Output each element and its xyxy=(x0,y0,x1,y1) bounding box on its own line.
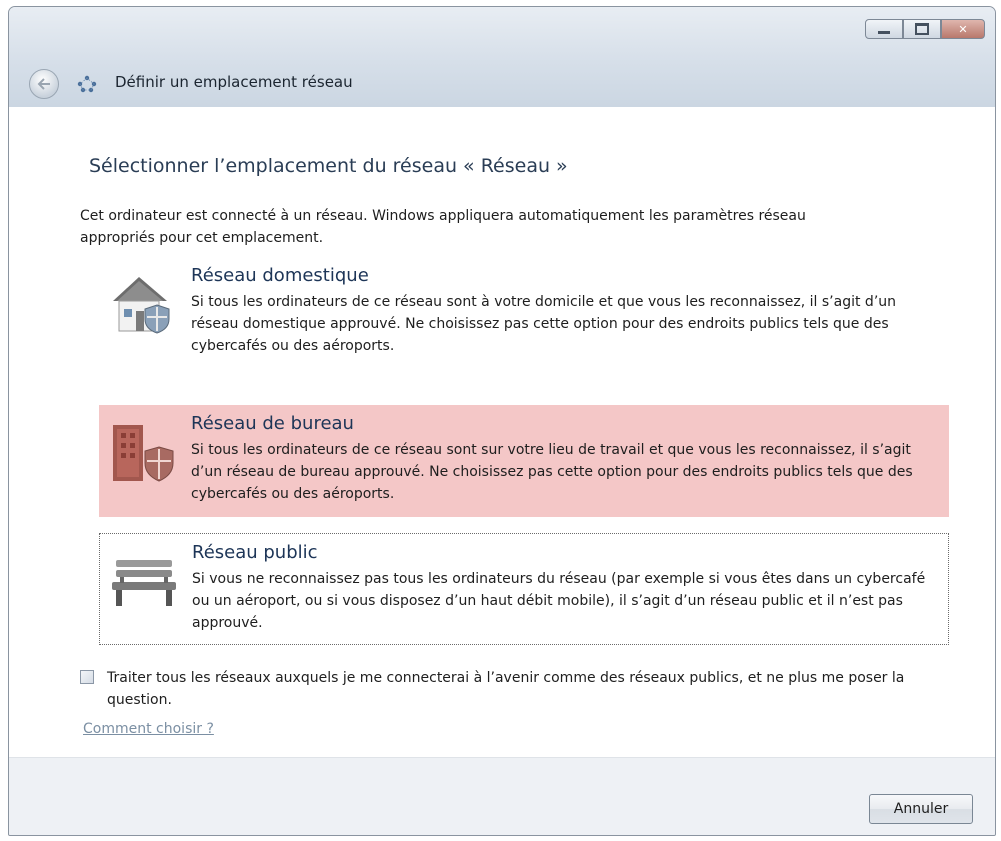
checkbox-label[interactable]: Traiter tous les réseaux auxquels je me … xyxy=(107,667,957,711)
option-title: Réseau de bureau xyxy=(191,413,354,434)
treat-as-public-checkbox[interactable] xyxy=(80,670,94,684)
back-arrow-icon xyxy=(37,78,50,90)
option-public-network[interactable]: Réseau public Si vous ne reconnaissez pa… xyxy=(99,533,949,645)
page-heading: Sélectionner l’emplacement du réseau « R… xyxy=(89,155,568,177)
back-button[interactable] xyxy=(29,69,59,99)
option-description: Si tous les ordinateurs de ce réseau son… xyxy=(191,442,913,502)
option-description: Si vous ne reconnaissez pas tous les ord… xyxy=(192,571,926,631)
option-description: Si tous les ordinateurs de ce réseau son… xyxy=(191,294,897,354)
option-title: Réseau domestique xyxy=(191,265,369,286)
house-icon xyxy=(113,277,170,334)
help-link[interactable]: Comment choisir ? xyxy=(83,721,214,737)
dialog-window: ✕ Définir un emplacement réseau Sélectio… xyxy=(8,6,996,836)
office-building-icon xyxy=(113,425,174,482)
content-area: Sélectionner l’emplacement du réseau « R… xyxy=(9,107,995,757)
close-icon: ✕ xyxy=(958,22,968,36)
window-title: Définir un emplacement réseau xyxy=(115,73,353,91)
window-controls: ✕ xyxy=(865,19,985,39)
minimize-button[interactable] xyxy=(865,19,903,39)
minimize-icon xyxy=(878,30,890,34)
title-bar: ✕ Définir un emplacement réseau xyxy=(9,7,995,107)
cancel-button[interactable]: Annuler xyxy=(869,794,973,824)
option-title: Réseau public xyxy=(192,542,318,563)
option-work-network[interactable]: Réseau de bureau Si tous les ordinateurs… xyxy=(99,405,949,517)
maximize-icon xyxy=(915,23,929,35)
network-icon xyxy=(77,75,97,93)
option-home-network[interactable]: Réseau domestique Si tous les ordinateur… xyxy=(99,257,949,369)
park-bench-icon xyxy=(112,560,176,606)
maximize-button[interactable] xyxy=(903,19,941,39)
intro-text: Cet ordinateur est connecté à un réseau.… xyxy=(80,208,806,246)
dialog-footer: Annuler xyxy=(9,757,995,835)
close-button[interactable]: ✕ xyxy=(941,19,985,39)
